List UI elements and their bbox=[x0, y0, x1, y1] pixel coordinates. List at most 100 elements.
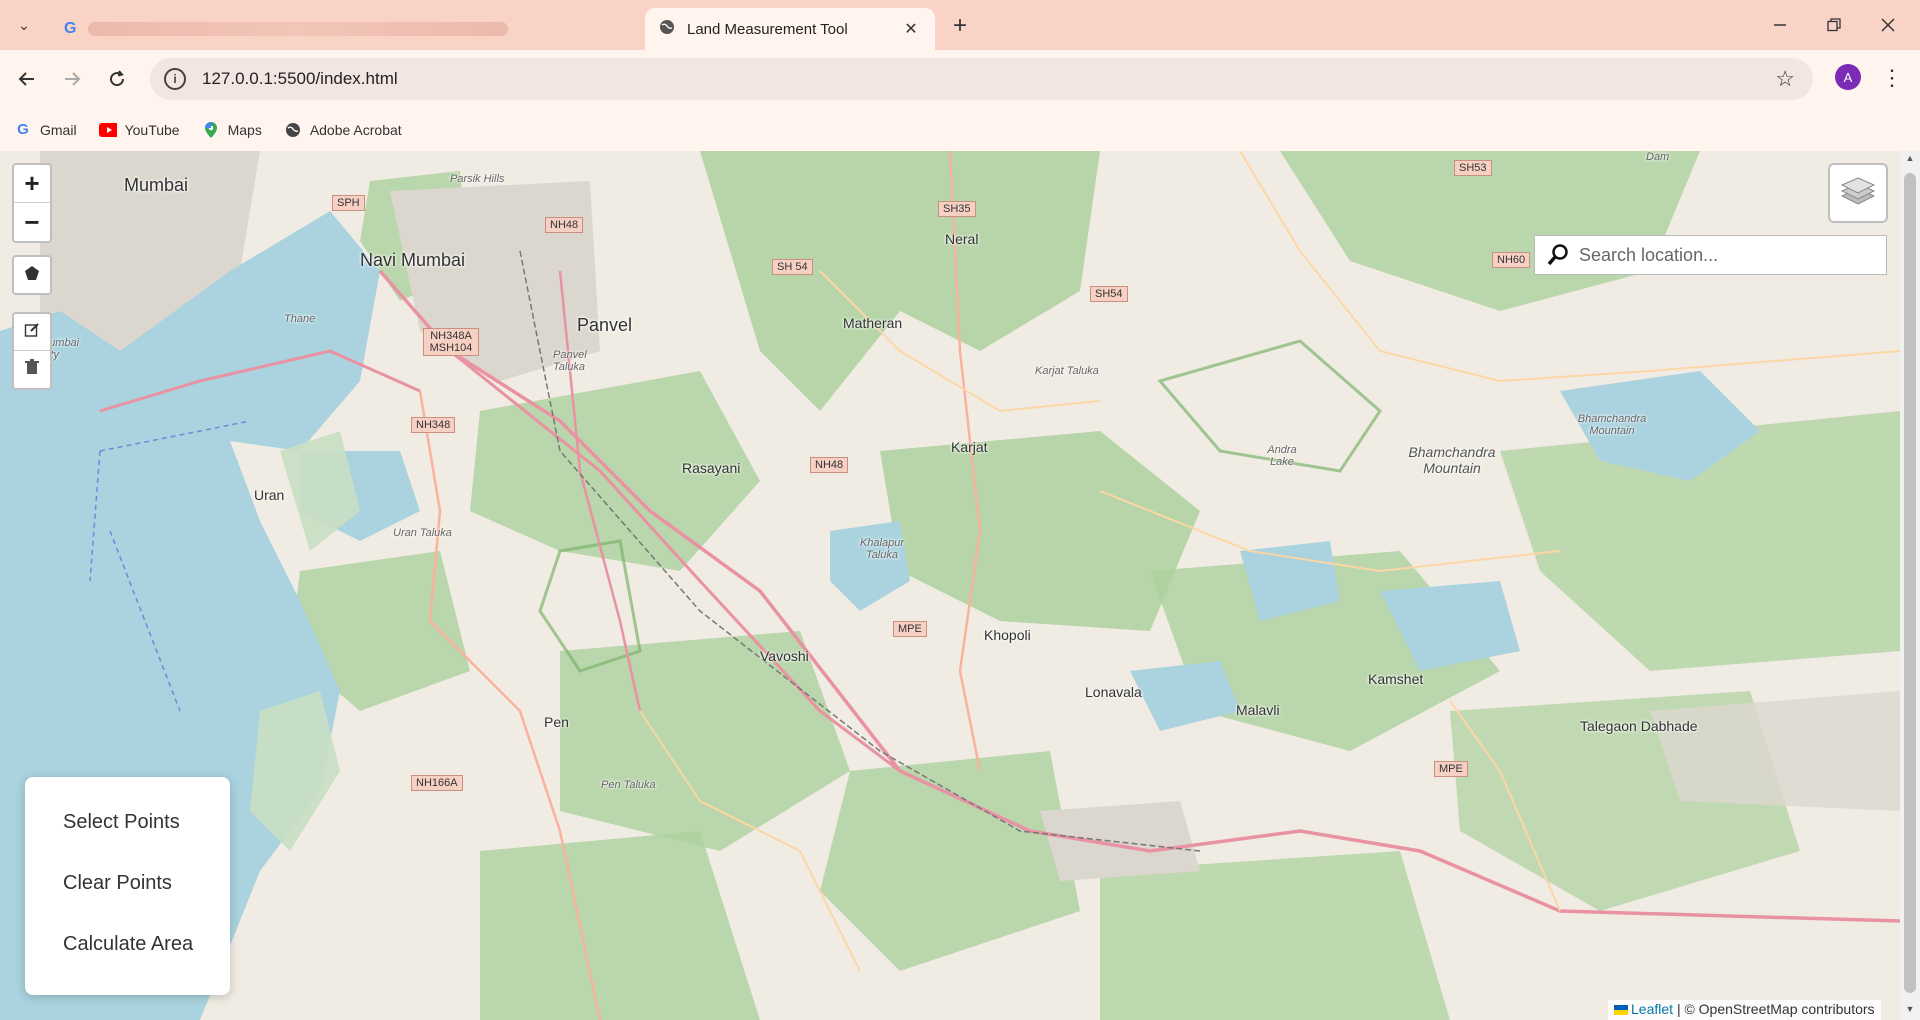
page-scrollbar[interactable]: ▲ ▼ bbox=[1900, 151, 1920, 1020]
browser-menu-icon[interactable]: ⋮ bbox=[1881, 64, 1903, 92]
ukraine-flag-icon bbox=[1614, 1005, 1628, 1016]
google-icon: G bbox=[17, 121, 29, 138]
tab-land-measurement-tool[interactable]: Land Measurement Tool ✕ bbox=[645, 8, 935, 50]
bookmark-maps[interactable]: Maps bbox=[202, 121, 262, 139]
tab-close-icon[interactable]: ✕ bbox=[901, 19, 921, 39]
bookmark-label: YouTube bbox=[124, 121, 180, 138]
place-label: Pen bbox=[544, 714, 569, 730]
tab-strip: ⌄ G Land Measurement Tool ✕ + bbox=[0, 0, 1920, 50]
place-label: Matheran bbox=[843, 315, 903, 331]
map-canvas[interactable]: Mumbai Navi Mumbai Panvel Matheran Neral… bbox=[0, 151, 1900, 1020]
place-label: Thane bbox=[284, 313, 316, 325]
road-shield: SH 54 bbox=[772, 259, 813, 275]
place-label: Pen Taluka bbox=[601, 779, 656, 791]
edit-control bbox=[12, 312, 52, 390]
polygon-icon bbox=[24, 265, 40, 286]
road-shield: SH35 bbox=[938, 201, 976, 217]
back-arrow-icon[interactable] bbox=[12, 64, 42, 94]
tab-title: Land Measurement Tool bbox=[687, 20, 848, 38]
map-attribution: Leaflet | © OpenStreetMap contributors bbox=[1608, 1000, 1881, 1020]
place-label: Kamshet bbox=[1368, 671, 1424, 687]
globe-icon bbox=[284, 121, 302, 139]
road-shield: NH166A bbox=[411, 775, 463, 791]
leaflet-link[interactable]: Leaflet bbox=[1631, 1001, 1673, 1017]
scroll-down-icon[interactable]: ▼ bbox=[1904, 1004, 1916, 1014]
google-icon: G bbox=[64, 20, 77, 37]
action-panel: Select Points Clear Points Calculate Are… bbox=[25, 777, 230, 995]
place-label: Bhamchandra Mountain bbox=[1408, 444, 1496, 476]
place-label: Vavoshi bbox=[760, 648, 809, 664]
road-shield: NH348 bbox=[411, 417, 456, 433]
place-label: Karjat bbox=[951, 439, 988, 455]
attribution-text: | © OpenStreetMap contributors bbox=[1676, 1001, 1875, 1017]
youtube-icon bbox=[98, 121, 117, 139]
place-label: Karjat Taluka bbox=[1035, 365, 1099, 377]
place-label: Khopoli bbox=[984, 627, 1031, 643]
road-shield: NH60 bbox=[1492, 252, 1531, 268]
url-text[interactable]: 127.0.0.1:5500/index.html bbox=[202, 69, 398, 89]
road-shield: SH53 bbox=[1454, 160, 1492, 176]
zoom-control: + − bbox=[12, 163, 52, 243]
forward-arrow-icon[interactable] bbox=[57, 64, 87, 94]
bookmark-label: Maps bbox=[227, 121, 262, 138]
road-shield: SH54 bbox=[1090, 286, 1128, 302]
layers-control-button[interactable] bbox=[1828, 163, 1888, 223]
road-shield: SPH bbox=[332, 195, 365, 211]
calculate-area-button[interactable]: Calculate Area bbox=[25, 913, 230, 974]
profile-avatar[interactable]: A bbox=[1835, 64, 1861, 90]
road-shield: NH48 bbox=[810, 457, 849, 473]
place-label: Navi Mumbai bbox=[360, 250, 466, 270]
clear-points-button[interactable]: Clear Points bbox=[25, 852, 230, 913]
select-points-button[interactable]: Select Points bbox=[25, 791, 230, 852]
place-label: Panvel Taluka bbox=[553, 349, 587, 373]
address-bar[interactable]: i 127.0.0.1:5500/index.html ☆ bbox=[150, 58, 1813, 100]
map-tiles bbox=[0, 151, 1900, 1020]
place-label: Neral bbox=[945, 231, 979, 247]
scrollbar-thumb[interactable] bbox=[1904, 173, 1916, 993]
location-search bbox=[1534, 235, 1887, 275]
delete-layers-button[interactable] bbox=[14, 351, 50, 388]
reload-icon[interactable] bbox=[102, 64, 132, 94]
road-shield: NH348A MSH104 bbox=[423, 328, 479, 356]
place-label: Talegaon Dabhade bbox=[1580, 718, 1698, 734]
road-shield: NH48 bbox=[545, 217, 584, 233]
bookmark-gmail[interactable]: G Gmail bbox=[14, 121, 77, 139]
edit-icon bbox=[24, 322, 40, 343]
tab-search-chevron-icon[interactable]: ⌄ bbox=[10, 11, 38, 39]
restore-icon[interactable] bbox=[1814, 10, 1854, 40]
place-label: Rasayani bbox=[682, 460, 741, 476]
place-label: Bhamchandra Mountain bbox=[1577, 413, 1647, 437]
bookmark-star-icon[interactable]: ☆ bbox=[1775, 66, 1795, 92]
browser-toolbar: i 127.0.0.1:5500/index.html ☆ A ⋮ bbox=[0, 50, 1920, 108]
place-label: Parsik Hills bbox=[450, 173, 505, 185]
minimize-icon[interactable] bbox=[1760, 10, 1800, 40]
edit-layers-button[interactable] bbox=[14, 314, 50, 351]
scroll-up-icon[interactable]: ▲ bbox=[1904, 153, 1916, 163]
trash-icon bbox=[25, 359, 39, 380]
place-label: Lonavala bbox=[1085, 684, 1142, 700]
place-label: Andra Lake bbox=[1267, 444, 1297, 468]
search-icon[interactable] bbox=[1543, 243, 1573, 267]
tab-title-blurred bbox=[88, 22, 509, 36]
bookmark-adobe-acrobat[interactable]: Adobe Acrobat bbox=[284, 121, 402, 139]
layers-icon bbox=[1840, 176, 1876, 211]
place-label: Malavli bbox=[1236, 702, 1280, 718]
close-window-icon[interactable] bbox=[1868, 10, 1908, 40]
place-label: Uran Taluka bbox=[393, 527, 452, 539]
maps-pin-icon bbox=[202, 121, 220, 139]
bookmark-label: Adobe Acrobat bbox=[309, 121, 402, 138]
new-tab-button[interactable]: + bbox=[945, 12, 975, 40]
search-location-input[interactable] bbox=[1577, 243, 1877, 267]
zoom-in-button[interactable]: + bbox=[14, 165, 50, 203]
bookmark-youtube[interactable]: YouTube bbox=[98, 121, 180, 139]
draw-polygon-button[interactable] bbox=[12, 255, 52, 295]
road-shield: MPE bbox=[1434, 761, 1468, 777]
road-shield: MPE bbox=[893, 621, 927, 637]
globe-icon bbox=[659, 19, 675, 39]
site-info-icon[interactable]: i bbox=[164, 68, 186, 90]
zoom-out-button[interactable]: − bbox=[14, 203, 50, 241]
place-label: Panvel bbox=[577, 315, 633, 335]
bookmark-label: Gmail bbox=[40, 121, 77, 138]
tab-inactive[interactable]: G bbox=[50, 8, 640, 50]
place-label: Mumbai bbox=[124, 175, 189, 195]
